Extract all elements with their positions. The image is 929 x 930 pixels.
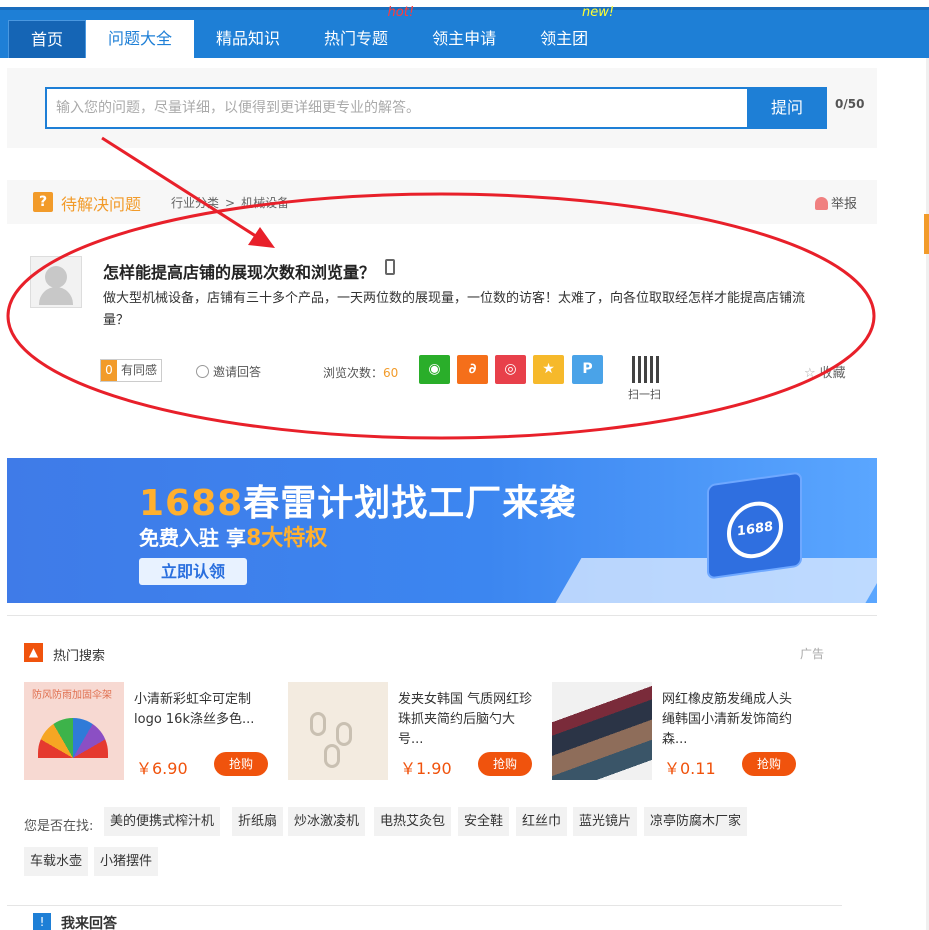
nav-menu: 首页 问题大全 精品知识 热门专题 hot! 领主申请 领主团 new! — [8, 6, 614, 58]
divider — [7, 905, 842, 906]
hot-search-title: 热门搜索 — [53, 649, 106, 664]
banner-1688-box: 1688 — [707, 471, 802, 580]
mobile-icon — [385, 259, 395, 275]
same-label: 有同感 — [117, 360, 162, 381]
buy-button[interactable]: 抢购 — [742, 752, 796, 776]
annotation-arrow-head — [248, 227, 275, 248]
report-button[interactable]: 举报 — [814, 193, 857, 212]
search-tag[interactable]: 蓝光镜片 — [573, 807, 638, 836]
breadcrumb-separator: > — [225, 196, 236, 210]
question-title: 怎样能提高店铺的展现次数和浏览量？ — [103, 263, 376, 282]
avatar-body — [39, 287, 73, 305]
product-price: ￥1.90 — [400, 759, 452, 778]
product-image-hairclip[interactable] — [288, 682, 388, 780]
answer-icon: ! — [33, 913, 51, 930]
product-image-umbrella[interactable]: 防风防雨加固伞架 — [24, 682, 124, 780]
avatar-head — [45, 266, 67, 288]
new-tag: new! — [582, 5, 615, 20]
star-icon: ☆ — [804, 366, 816, 381]
hot-tag: hot! — [387, 5, 415, 20]
view-count: 浏览次数：60 — [323, 366, 399, 380]
product-image-hairband[interactable] — [552, 682, 652, 780]
question-input[interactable]: 输入您的问题，尽量详细，以便得到更详细更专业的解答。 — [45, 87, 749, 129]
same-feeling-button[interactable]: 0 有同感 — [100, 359, 163, 382]
breadcrumb-machinery[interactable]: 机械设备 — [241, 196, 289, 210]
user-icon — [196, 365, 209, 378]
qzone-icon[interactable]: ★ — [533, 355, 564, 384]
product-card[interactable]: 网红橡皮筋发绳成人头绳韩国小清新发饰简约森... ￥0.11 抢购 — [552, 682, 807, 780]
banner-title: 1688春雷计划找工厂来袭 — [139, 483, 577, 524]
product-name[interactable]: 网红橡皮筋发绳成人头绳韩国小清新发饰简约森... — [662, 690, 802, 750]
favorite-button[interactable]: ☆ 收藏 — [804, 362, 846, 381]
search-tag[interactable]: 小猪摆件 — [94, 847, 159, 876]
top-navigation: 首页 问题大全 精品知识 热门专题 hot! 领主申请 领主团 new! — [0, 0, 929, 58]
hairclip-graphic — [324, 744, 340, 768]
answer-title: 我来回答 — [61, 916, 117, 930]
search-tag[interactable]: 凉亭防腐木厂家 — [644, 807, 748, 836]
search-tag[interactable]: 安全鞋 — [458, 807, 510, 836]
nav-home[interactable]: 首页 — [8, 20, 87, 58]
divider — [7, 615, 877, 616]
question-mark-icon: ? — [33, 192, 53, 212]
pending-question-header: ? 待解决问题 行业分类 > 机械设备 举报 — [7, 180, 877, 224]
product-price: ￥6.90 — [136, 759, 188, 778]
same-count: 0 — [101, 360, 117, 381]
thumbs-up-icon: ▲ — [24, 643, 43, 662]
pengyou-icon[interactable]: P — [572, 355, 603, 384]
nav-lord-group[interactable]: 领主团 new! — [518, 6, 614, 58]
invite-answer-button[interactable]: 邀请回答 — [196, 363, 261, 380]
buy-button[interactable]: 抢购 — [214, 752, 268, 776]
breadcrumb: 行业分类 > 机械设备 — [171, 194, 295, 211]
nav-hot-topics[interactable]: 热门专题 hot! — [302, 6, 414, 58]
search-tag[interactable]: 折纸扇 — [232, 807, 284, 836]
banner-claim-button[interactable]: 立即认领 — [139, 558, 247, 585]
report-icon — [814, 197, 828, 210]
ask-question-panel: 输入您的问题，尽量详细，以便得到更详细更专业的解答。 提问 0/50 — [7, 68, 877, 148]
nav-questions[interactable]: 问题大全 — [86, 20, 195, 58]
product-price: ￥0.11 — [664, 759, 716, 778]
product-card[interactable]: 防风防雨加固伞架 小清新彩虹伞可定制logo 16k涤丝多色... ￥6.90 … — [24, 682, 279, 780]
ad-label: 广告 — [800, 647, 825, 661]
nav-knowledge[interactable]: 精品知识 — [194, 20, 302, 58]
product-name[interactable]: 小清新彩虹伞可定制logo 16k涤丝多色... — [134, 690, 274, 730]
scan-label: 扫一扫 — [628, 388, 661, 401]
hairclip-graphic — [310, 712, 326, 736]
promo-banner[interactable]: 1688春雷计划找工厂来袭 免费入驻 享8大特权 立即认领 1688 — [7, 458, 877, 603]
avatar — [30, 256, 82, 308]
search-tag[interactable]: 炒冰激凌机 — [288, 807, 366, 836]
search-tag[interactable]: 美的便携式榨汁机 — [104, 807, 221, 836]
breadcrumb-industry[interactable]: 行业分类 — [171, 196, 219, 210]
search-tag[interactable]: 电热艾灸包 — [374, 807, 452, 836]
ask-button[interactable]: 提问 — [747, 87, 827, 129]
banner-1688-logo: 1688 — [727, 497, 783, 562]
search-tag[interactable]: 车载水壶 — [24, 847, 89, 876]
scrollbar-thumb[interactable] — [924, 214, 929, 254]
product-card[interactable]: 发夹女韩国 气质网红珍珠抓夹简约后脑勺大号... ￥1.90 抢购 — [288, 682, 543, 780]
hairclip-graphic — [336, 722, 352, 746]
looking-for-label: 您是否在找: — [24, 819, 94, 834]
qr-code-icon[interactable] — [632, 356, 659, 383]
umbrella-graphic — [38, 718, 108, 758]
alibaba-icon[interactable]: ∂ — [457, 355, 488, 384]
wechat-icon[interactable]: ◉ — [419, 355, 450, 384]
product-name[interactable]: 发夹女韩国 气质网红珍珠抓夹简约后脑勺大号... — [398, 690, 538, 750]
pending-title: 待解决问题 — [61, 195, 142, 214]
search-tag[interactable]: 红丝巾 — [516, 807, 568, 836]
char-counter: 0/50 — [835, 97, 865, 111]
question-description: 做大型机械设备，店铺有三十多个产品，一天两位数的展现量，一位数的访客！太难了，向… — [103, 291, 806, 328]
buy-button[interactable]: 抢购 — [478, 752, 532, 776]
product-image-caption: 防风防雨加固伞架 — [32, 690, 112, 701]
banner-subtitle: 免费入驻 享8大特权 — [139, 526, 328, 551]
weibo-icon[interactable]: ◎ — [495, 355, 526, 384]
nav-lord-apply[interactable]: 领主申请 — [410, 20, 518, 58]
